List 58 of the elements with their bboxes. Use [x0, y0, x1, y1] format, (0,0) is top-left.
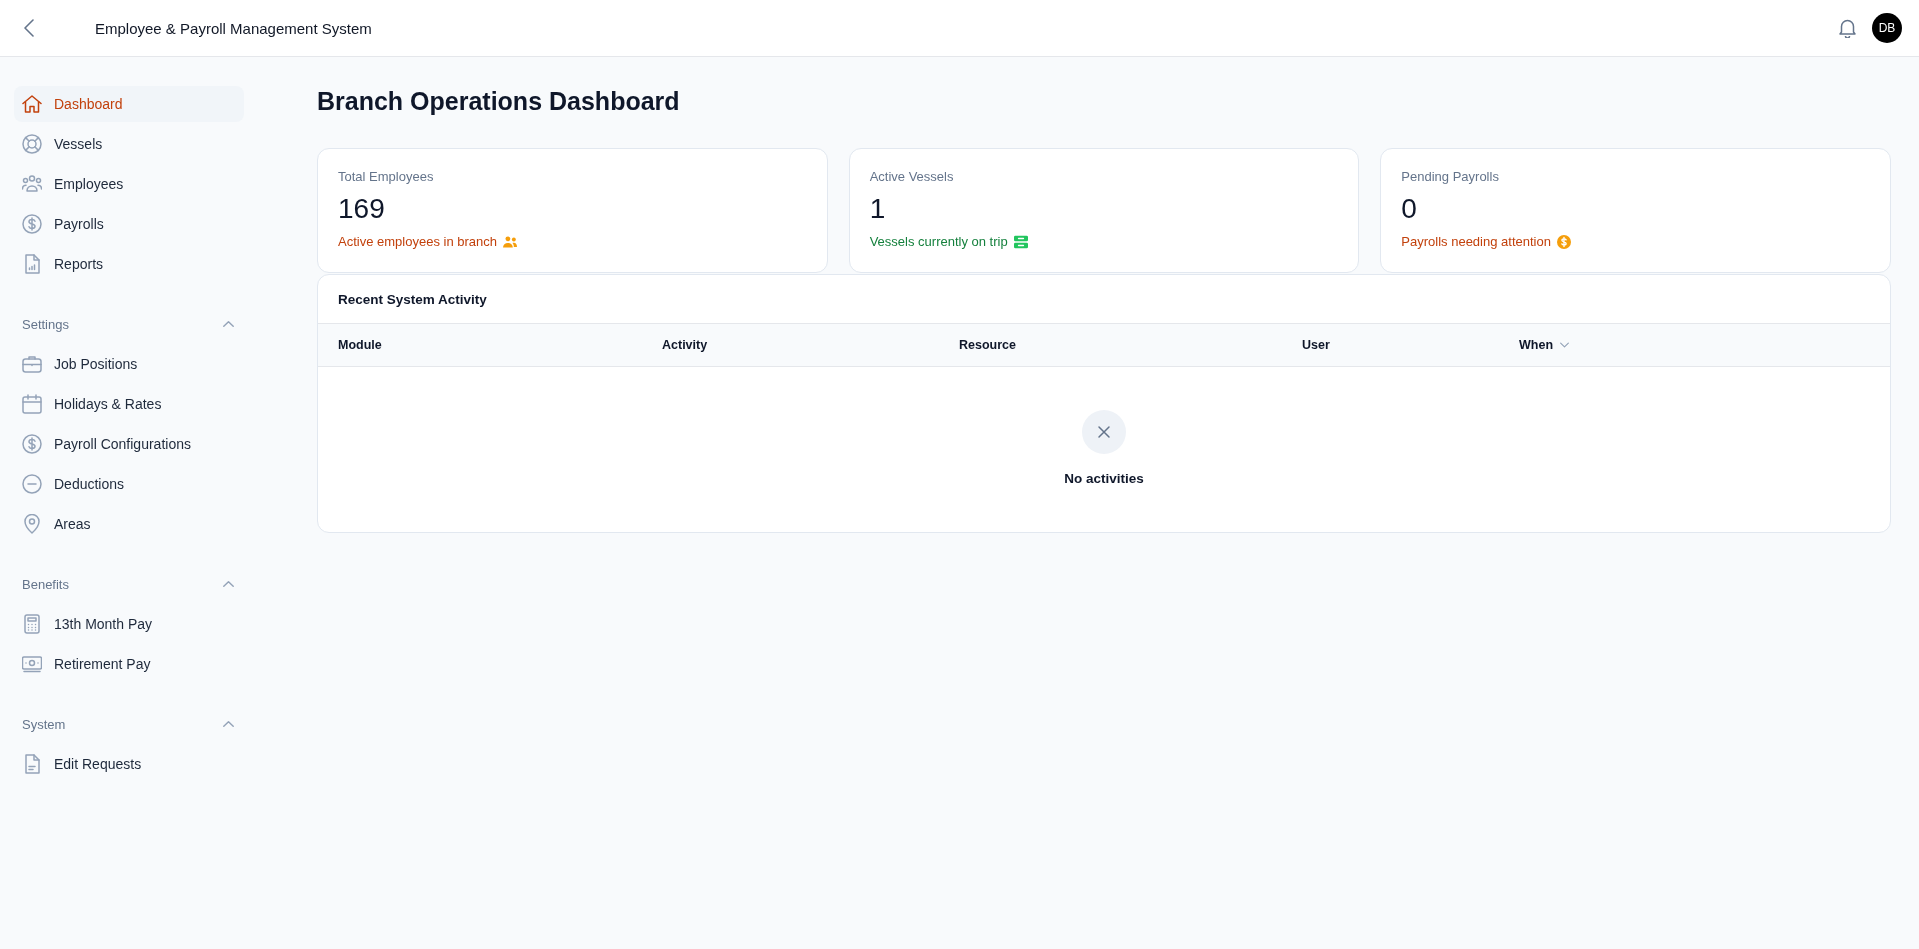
bell-icon: [1838, 18, 1856, 38]
people-icon: [503, 235, 517, 249]
section-toggle[interactable]: Settings: [14, 314, 244, 334]
nav-item[interactable]: Job Positions: [14, 346, 244, 382]
chevron-left-icon: [24, 19, 36, 37]
x-mark-icon: [1082, 410, 1126, 454]
dollar-circle-icon: [22, 214, 42, 234]
stat-value: 0: [1401, 193, 1418, 225]
nav-item[interactable]: Payroll Configurations: [14, 426, 244, 462]
stat-label: Active Vessels: [869, 169, 955, 185]
column-header[interactable]: Activity: [662, 338, 708, 352]
document-icon: [22, 754, 42, 774]
nav-item[interactable]: Dashboard: [14, 86, 244, 122]
chevron-down-icon: [1560, 342, 1570, 348]
section-toggle[interactable]: System: [14, 714, 244, 734]
house-icon: [22, 94, 42, 114]
calendar-icon: [22, 394, 42, 414]
empty-state-message: No activities: [1064, 471, 1144, 486]
chevron-up-icon: [223, 580, 234, 588]
dollar-coin-icon: [1556, 235, 1571, 249]
table-title: Recent System Activity: [337, 290, 488, 309]
minus-circle-icon: [22, 474, 42, 494]
stat-label: Pending Payrolls: [1401, 169, 1500, 185]
nav-item[interactable]: Retirement Pay: [14, 646, 244, 682]
nav-item[interactable]: Areas: [14, 506, 244, 542]
document-chart-icon: [22, 254, 42, 274]
app-title: Employee & Payroll Management System: [95, 19, 372, 37]
page-title: Branch Operations Dashboard: [317, 86, 681, 117]
people-icon: [22, 174, 42, 194]
banknote-icon: [22, 654, 42, 674]
dollar-circle-icon: [22, 434, 42, 454]
nav-item[interactable]: Vessels: [14, 126, 244, 162]
section-toggle[interactable]: Benefits: [14, 574, 244, 594]
stat-caption: Active employees in branch: [338, 233, 497, 251]
column-header[interactable]: User: [1302, 338, 1330, 352]
nav-item[interactable]: Holidays & Rates: [14, 386, 244, 422]
column-header[interactable]: Resource: [959, 338, 1016, 352]
map-pin-icon: [22, 514, 42, 534]
stat-value: 169: [338, 193, 386, 225]
stat-label: Total Employees: [338, 169, 435, 185]
column-header[interactable]: When: [1519, 338, 1570, 352]
chevron-up-icon: [223, 720, 234, 728]
briefcase-icon: [22, 354, 42, 374]
nav-item[interactable]: Payrolls: [14, 206, 244, 242]
nav-item[interactable]: 13th Month Pay: [14, 606, 244, 642]
stat-caption: Payrolls needing attention: [1401, 233, 1551, 251]
tray-stack-icon: [1013, 235, 1028, 249]
nav-item[interactable]: Deductions: [14, 466, 244, 502]
nav-item[interactable]: Employees: [14, 166, 244, 202]
nav-item[interactable]: Reports: [14, 246, 244, 282]
stat-value: 1: [869, 193, 887, 225]
column-header[interactable]: Module: [338, 338, 382, 352]
nav-item[interactable]: Edit Requests: [14, 746, 244, 782]
calculator-icon: [22, 614, 42, 634]
lifebuoy-icon: [22, 134, 42, 154]
user-avatar[interactable]: DB: [1872, 13, 1902, 43]
stat-caption: Vessels currently on trip: [869, 233, 1008, 251]
chevron-up-icon: [223, 320, 234, 328]
